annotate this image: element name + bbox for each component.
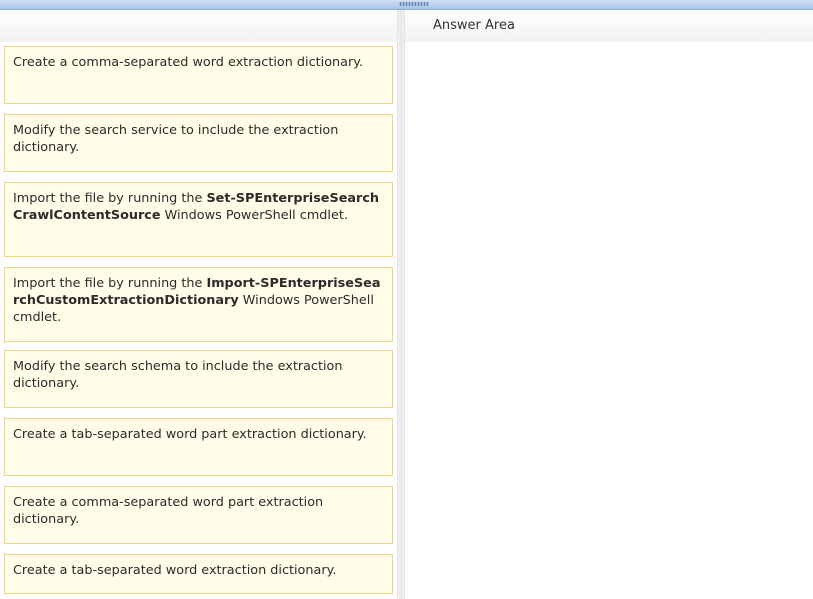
option-card[interactable]: Create a tab-separated word extraction d… bbox=[4, 554, 393, 594]
option-text: Create a tab-separated word extraction d… bbox=[13, 563, 337, 578]
top-bar bbox=[0, 0, 813, 10]
option-text: Modify the search service to include the… bbox=[13, 123, 339, 155]
option-card[interactable]: Create a comma-separated word extraction… bbox=[4, 46, 393, 104]
drag-drop-question: Answer Area Create a comma-separated wor… bbox=[0, 0, 813, 599]
option-card[interactable]: Import the file by running the Import-SP… bbox=[4, 267, 393, 342]
option-text-suffix: Windows PowerShell cmdlet. bbox=[160, 208, 348, 223]
options-header bbox=[0, 10, 397, 42]
pane-divider[interactable] bbox=[397, 10, 405, 599]
option-text: Create a comma-separated word extraction… bbox=[13, 55, 364, 70]
option-card[interactable]: Modify the search schema to include the … bbox=[4, 350, 393, 408]
answer-area-drop-zone[interactable] bbox=[405, 42, 813, 599]
option-text: Import the file by running the bbox=[13, 276, 207, 291]
option-text: Create a comma-separated word part extra… bbox=[13, 495, 324, 527]
answer-area-title: Answer Area bbox=[433, 18, 515, 33]
option-text: Modify the search schema to include the … bbox=[13, 359, 343, 391]
option-card[interactable]: Create a comma-separated word part extra… bbox=[4, 486, 393, 544]
option-card[interactable]: Create a tab-separated word part extract… bbox=[4, 418, 393, 476]
option-card[interactable]: Modify the search service to include the… bbox=[4, 114, 393, 172]
option-card[interactable]: Import the file by running the Set-SPEnt… bbox=[4, 182, 393, 257]
option-text: Create a tab-separated word part extract… bbox=[13, 427, 367, 442]
splitter-grip-icon[interactable] bbox=[399, 2, 429, 6]
answer-area-header: Answer Area bbox=[405, 10, 813, 42]
option-text: Import the file by running the bbox=[13, 191, 207, 206]
